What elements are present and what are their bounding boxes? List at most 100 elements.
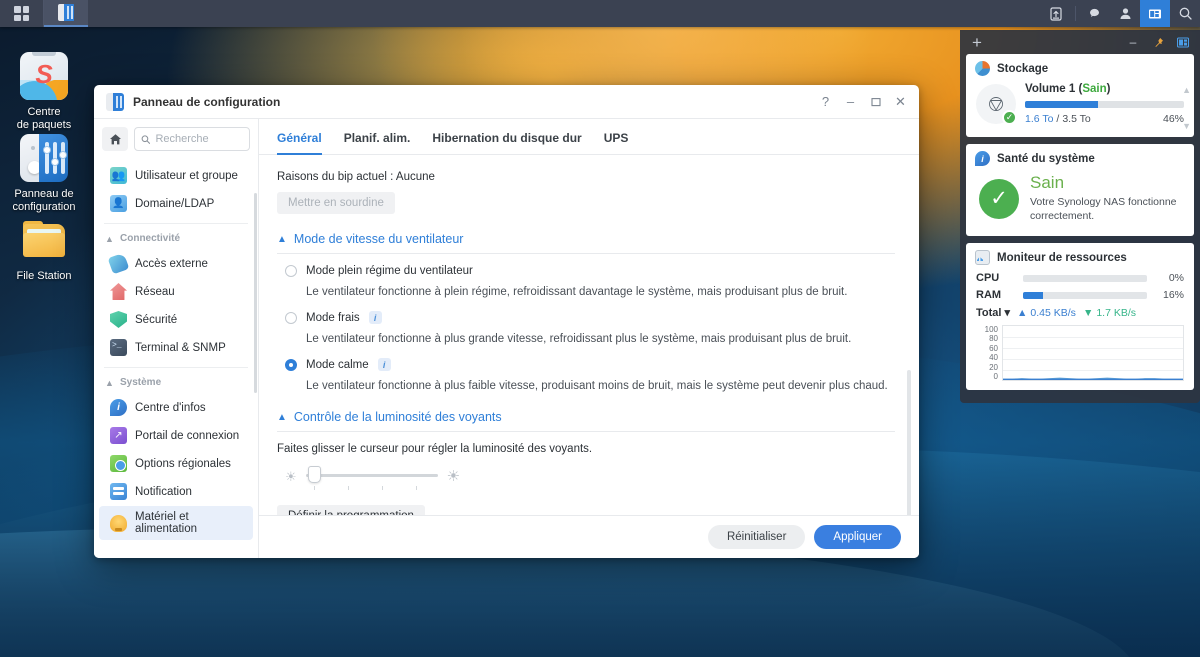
volume-separator: / [1056,113,1060,125]
home-button[interactable] [102,127,128,151]
sidebar-item-centre-dinfos[interactable]: Centre d'infos [99,394,253,421]
mute-button[interactable]: Mettre en sourdine [277,192,395,214]
upload-transfer-icon[interactable] [1041,0,1071,27]
widget-storage-body: ⎊ ✓ Volume 1 (Sain) 1.6 To / 3.5 To 46% [966,81,1194,137]
hardware-power-icon [110,514,127,532]
upload-arrow-icon: ▲ [1017,306,1028,319]
sidebar-item-materiel-et-alimentation[interactable]: Matériel et alimentation [99,506,253,540]
apply-button[interactable]: Appliquer [814,525,901,549]
sun-small-icon: ☀ [285,468,297,484]
maximize-button[interactable] [863,90,888,114]
volume-label: Volume 1 [1025,83,1076,95]
info-icon[interactable]: i [377,358,391,371]
sidebar-item-securite[interactable]: Sécurité [99,306,253,333]
widget-health-body: ✓ Sain Votre Synology NAS fonctionne cor… [966,171,1194,236]
taskbar-left [0,0,88,27]
sidebar-item-acces-externe[interactable]: Accès externe [99,250,253,277]
slider-thumb[interactable] [307,466,321,483]
widget-health-header: Santé du système [966,144,1194,171]
notifications-icon[interactable] [1080,0,1110,27]
search-box[interactable] [134,127,250,151]
help-button[interactable]: ? [813,90,838,114]
close-button[interactable]: ✕ [888,90,913,114]
domain-ldap-icon [110,195,127,212]
desktop-icon-package-center[interactable]: S Centre de paquets [0,52,88,132]
tab-planif-alim[interactable]: Planif. alim. [344,131,411,155]
grid-menu-icon [14,6,29,21]
sidebar-item-options-regionales[interactable]: Options régionales [99,450,253,477]
sidebar-item-label: Terminal & SNMP [135,341,226,354]
sun-large-icon: ☀ [446,467,461,485]
radio-label[interactable]: Mode plein régime du ventilateur [306,265,473,277]
search-input[interactable] [155,133,243,145]
desktop-icon-file-station[interactable]: File Station [0,216,88,283]
sidebar-group-connectivite[interactable]: ▲ Connectivité [94,224,258,249]
widgets-panel-icon[interactable] [1172,32,1194,52]
sidebar-item-portail-de-connexion[interactable]: Portail de connexion [99,422,253,449]
user-account-icon[interactable] [1110,0,1140,27]
volume-icon: ⎊ ✓ [976,84,1017,125]
cube-icon: ⎊ [987,92,1005,116]
led-brightness-slider[interactable] [305,465,438,490]
sidebar-item-label: Centre d'infos [135,401,206,414]
tab-general[interactable]: Général [277,131,322,155]
fan-option-quiet[interactable]: Mode calme i [285,358,895,371]
content-scrollbar[interactable] [907,370,911,515]
search-icon[interactable] [1170,0,1200,27]
cpu-row: CPU 0% [976,272,1184,284]
tab-ups[interactable]: UPS [604,131,629,155]
ram-row: RAM 16% [976,289,1184,301]
resource-chart: 100 80 60 40 20 0 [976,323,1184,382]
radio-label[interactable]: Mode calme [306,359,369,371]
control-panel-window: Panneau de configuration ? – ✕ Recherche… [94,85,919,558]
sidebar-item-terminal-snmp[interactable]: Terminal & SNMP [99,334,253,361]
chart-plot-area [1002,325,1184,382]
fan-option-full-speed[interactable]: Mode plein régime du ventilateur [285,265,895,277]
fan-speed-section-header[interactable]: ▲ Mode de vitesse du ventilateur [277,232,895,246]
sidebar-item-notification[interactable]: Notification [99,478,253,505]
radio-button[interactable] [285,265,297,277]
network-icon [110,283,127,300]
widgets-header: + – [966,30,1194,54]
y-tick: 100 [984,325,998,335]
desktop-icon-control-panel[interactable]: Panneau de configuration [0,134,88,214]
radio-label[interactable]: Mode frais [306,312,360,324]
network-total-dropdown[interactable]: Total ▾ [976,306,1010,320]
radio-button[interactable] [285,358,297,371]
window-title: Panneau de configuration [133,94,281,109]
health-info-icon [975,151,990,166]
widgets-header-controls: – [1122,32,1194,52]
sidebar-item-domaine-ldap[interactable]: Domaine/LDAP [99,190,253,217]
notification-icon [110,483,127,500]
add-widget-button[interactable]: + [966,34,988,51]
beep-reason-text: Raisons du bip actuel : Aucune [277,171,435,183]
led-brightness-slider-row: ☀ ☀ [285,465,895,490]
sidebar-group-label: Connectivité [120,233,181,244]
cpu-label: CPU [976,272,1000,285]
taskbar-app-control-panel[interactable] [44,0,88,27]
set-schedule-button[interactable]: Définir la programmation [277,505,425,515]
sidebar-item-label: Portail de connexion [135,429,240,442]
login-portal-icon [110,427,127,444]
window-titlebar[interactable]: Panneau de configuration ? – ✕ [94,85,919,119]
sidebar-item-label: Réseau [135,285,175,298]
widgets-icon[interactable] [1140,0,1170,27]
pin-icon[interactable] [1147,32,1169,52]
chevron-up-icon[interactable]: ▲ [1182,85,1191,95]
tab-hibernation-disque-dur[interactable]: Hibernation du disque dur [432,131,581,155]
volume-info: Volume 1 (Sain) 1.6 To / 3.5 To 46% [1025,83,1184,125]
sidebar-item-reseau[interactable]: Réseau [99,278,253,305]
chevron-down-icon[interactable]: ▼ [1182,121,1191,131]
minimize-button[interactable]: – [838,90,863,114]
widgets-minimize-button[interactable]: – [1122,32,1144,52]
fan-option-quiet-description: Le ventilateur fonctionne à plus faible … [306,380,888,392]
reset-button[interactable]: Réinitialiser [707,525,806,549]
info-icon[interactable]: i [368,311,382,324]
sidebar-group-systeme[interactable]: ▲ Système [94,368,258,393]
led-brightness-section-header[interactable]: ▲ Contrôle de la luminosité des voyants [277,410,895,424]
main-menu-button[interactable] [0,0,44,27]
fan-option-cool[interactable]: Mode frais i [285,311,895,324]
sidebar-scrollbar[interactable] [254,193,257,393]
radio-button[interactable] [285,311,297,324]
sidebar-item-utilisateur-et-groupe[interactable]: Utilisateur et groupe [99,162,253,189]
